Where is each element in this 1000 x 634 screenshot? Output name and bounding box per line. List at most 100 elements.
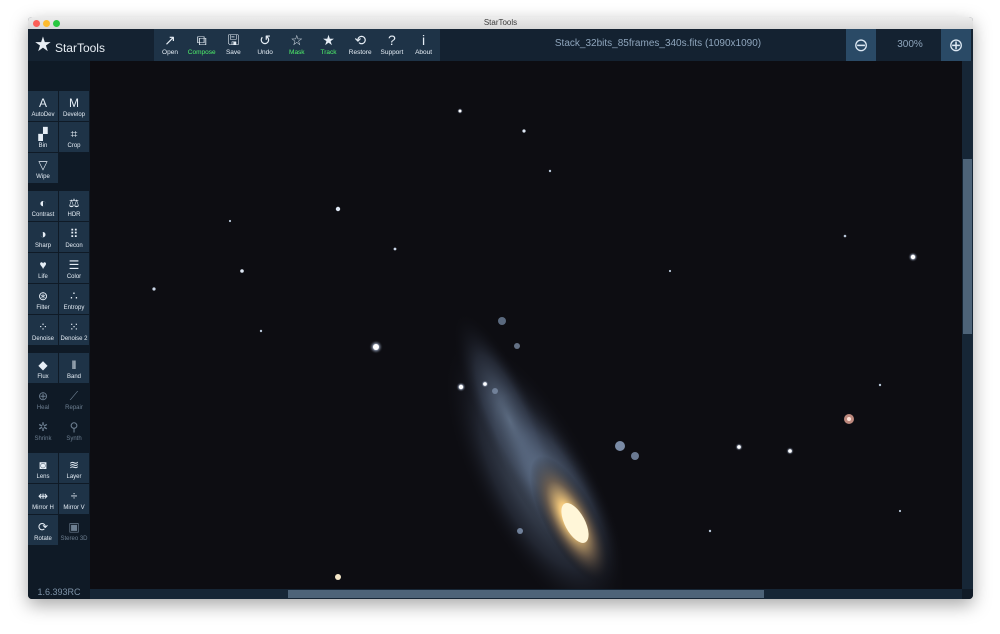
module-heal-button[interactable]: ⊕ Heal bbox=[28, 384, 58, 414]
module-mirror-v-button[interactable]: ÷ Mirror V bbox=[59, 484, 89, 514]
rotate-icon: ⟳ bbox=[37, 520, 49, 534]
zoom-level: 300% bbox=[897, 39, 923, 50]
app-logo: ★ StarTools bbox=[34, 31, 105, 59]
module-shrink-button[interactable]: ✲ Shrink bbox=[28, 415, 58, 445]
module-decon-button[interactable]: ⠿ Decon bbox=[59, 222, 89, 252]
open-icon: ↗ bbox=[164, 32, 176, 48]
module-entropy-button[interactable]: ∴ Entropy bbox=[59, 284, 89, 314]
band-label: Band bbox=[66, 374, 81, 380]
module-develop-button[interactable]: M Develop bbox=[59, 91, 89, 121]
module-lens-button[interactable]: ◙ Lens bbox=[28, 453, 58, 483]
module-denoise-2-button[interactable]: ⁙ Denoise 2 bbox=[59, 315, 89, 345]
module-color-button[interactable]: ☰ Color bbox=[59, 253, 89, 283]
crop-label: Crop bbox=[67, 143, 81, 149]
crop-icon: ⌗ bbox=[70, 127, 78, 141]
mask-icon: ☆ bbox=[290, 32, 304, 48]
filter-icon: ⊛ bbox=[37, 289, 49, 303]
module-flux-button[interactable]: ◆ Flux bbox=[28, 353, 58, 383]
vertical-scrollbar[interactable] bbox=[962, 61, 973, 589]
horizontal-scrollbar[interactable] bbox=[90, 589, 962, 599]
support-label: Support bbox=[380, 49, 404, 56]
autodev-icon: A bbox=[38, 96, 47, 110]
track-button[interactable]: ★ Track bbox=[312, 29, 345, 61]
vertical-scroll-thumb[interactable] bbox=[963, 159, 972, 334]
support-icon: ? bbox=[387, 32, 396, 48]
module-autodev-button[interactable]: A AutoDev bbox=[28, 91, 58, 121]
undo-icon: ↺ bbox=[259, 32, 271, 48]
undo-label: Undo bbox=[257, 49, 273, 56]
wipe-label: Wipe bbox=[36, 174, 50, 180]
restore-button[interactable]: ⟲ Restore bbox=[344, 29, 377, 61]
module-wipe-button[interactable]: ▽ Wipe bbox=[28, 153, 58, 183]
module-life-button[interactable]: ♥ Life bbox=[28, 253, 58, 283]
layer-icon: ≋ bbox=[68, 458, 80, 472]
galaxy bbox=[443, 311, 639, 589]
module-crop-button[interactable]: ⌗ Crop bbox=[59, 122, 89, 152]
rotate-label: Rotate bbox=[34, 536, 52, 542]
support-button[interactable]: ? Support bbox=[375, 29, 408, 61]
app-logo-text: StarTools bbox=[54, 41, 105, 55]
compose-button[interactable]: ⧉ Compose bbox=[185, 29, 218, 61]
module-hdr-button[interactable]: ⚖ HDR bbox=[59, 191, 89, 221]
module-synth-button[interactable]: ⚲ Synth bbox=[59, 415, 89, 445]
version-label: 1.6.393RC bbox=[37, 587, 81, 597]
repair-label: Repair bbox=[65, 405, 83, 411]
band-icon: ‖ bbox=[71, 358, 77, 372]
wipe-icon: ▽ bbox=[38, 158, 48, 172]
module-bin-button[interactable]: ▞ Bin bbox=[28, 122, 58, 152]
shrink-icon: ✲ bbox=[37, 420, 49, 434]
window-title: StarTools bbox=[483, 18, 518, 27]
hdr-label: HDR bbox=[67, 212, 81, 218]
module-rotate-button[interactable]: ⟳ Rotate bbox=[28, 515, 58, 545]
mirror-h-label: Mirror H bbox=[32, 505, 54, 511]
module-contrast-button[interactable]: ◐ Contrast bbox=[28, 191, 58, 221]
contrast-icon: ◐ bbox=[39, 196, 47, 210]
module-filter-button[interactable]: ⊛ Filter bbox=[28, 284, 58, 314]
hdr-icon: ⚖ bbox=[68, 196, 80, 210]
image-canvas[interactable] bbox=[90, 61, 962, 589]
module-repair-button[interactable]: ⟋ Repair bbox=[59, 384, 89, 414]
color-label: Color bbox=[66, 274, 82, 280]
heal-label: Heal bbox=[36, 405, 50, 411]
denoise-label: Denoise bbox=[31, 336, 54, 342]
mask-button[interactable]: ☆ Mask bbox=[280, 29, 313, 61]
bin-label: Bin bbox=[38, 143, 48, 149]
open-button[interactable]: ↗ Open bbox=[154, 29, 186, 61]
module-denoise-button[interactable]: ⁘ Denoise bbox=[28, 315, 58, 345]
zoom-in-button[interactable]: ⊕ bbox=[941, 29, 971, 61]
zoom-out-button[interactable]: ⊖ bbox=[846, 29, 876, 61]
repair-icon: ⟋ bbox=[69, 389, 79, 403]
life-icon: ♥ bbox=[39, 258, 47, 272]
horizontal-scroll-thumb[interactable] bbox=[288, 590, 764, 598]
sharp-label: Sharp bbox=[34, 243, 51, 249]
lens-label: Lens bbox=[36, 474, 50, 480]
zoom-in-icon: ⊕ bbox=[948, 35, 964, 55]
stereo-3d-label: Stereo 3D bbox=[60, 536, 88, 542]
module-band-button[interactable]: ‖ Band bbox=[59, 353, 89, 383]
synth-icon: ⚲ bbox=[69, 420, 79, 434]
lens-icon: ◙ bbox=[39, 458, 47, 472]
bin-icon: ▞ bbox=[38, 127, 48, 141]
save-icon: 🖫 bbox=[227, 32, 240, 48]
mirror-h-icon: ⇹ bbox=[37, 489, 49, 503]
module-stereo-3d-button[interactable]: ▣ Stereo 3D bbox=[59, 515, 89, 545]
save-label: Save bbox=[225, 49, 241, 56]
about-button[interactable]: i About bbox=[407, 29, 440, 61]
module-sharp-button[interactable]: ◑ Sharp bbox=[28, 222, 58, 252]
layer-label: Layer bbox=[66, 474, 82, 480]
stereo-3d-icon: ▣ bbox=[68, 520, 80, 534]
scroll-corner bbox=[962, 589, 973, 599]
open-label: Open bbox=[162, 49, 178, 56]
sharp-icon: ◑ bbox=[39, 227, 47, 241]
restore-label: Restore bbox=[348, 49, 372, 56]
save-button[interactable]: 🖫 Save bbox=[217, 29, 250, 61]
flux-icon: ◆ bbox=[38, 358, 48, 372]
module-mirror-h-button[interactable]: ⇹ Mirror H bbox=[28, 484, 58, 514]
mirror-v-icon: ÷ bbox=[70, 489, 78, 503]
app-window: StarTools ★ StarTools ↗ Open ⧉ Compose 🖫 Save… bbox=[28, 17, 973, 599]
heal-icon: ⊕ bbox=[37, 389, 49, 403]
entropy-icon: ∴ bbox=[70, 289, 78, 303]
module-layer-button[interactable]: ≋ Layer bbox=[59, 453, 89, 483]
undo-button[interactable]: ↺ Undo bbox=[249, 29, 282, 61]
flux-label: Flux bbox=[37, 374, 49, 380]
